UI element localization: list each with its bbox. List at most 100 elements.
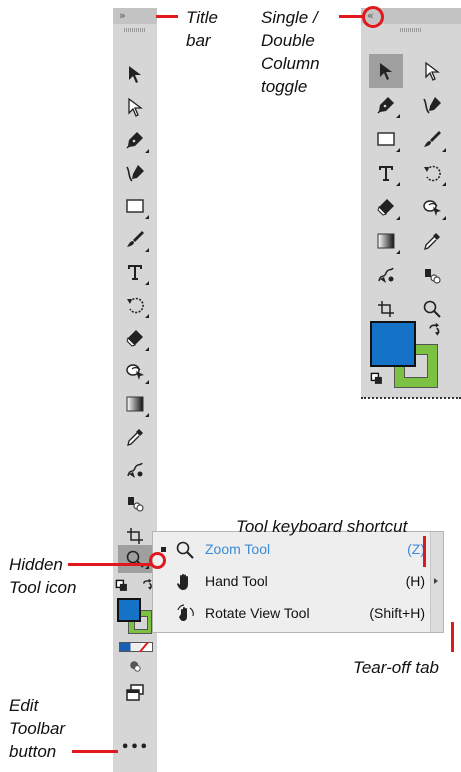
flyout-item-zoom-tool[interactable]: Zoom Tool (Z) xyxy=(153,534,431,566)
pen-icon xyxy=(376,95,396,115)
callout-column-toggle: Single / Double Column toggle xyxy=(261,8,320,96)
selection-arrow-icon xyxy=(376,61,396,81)
hidden-tools-indicator xyxy=(442,148,446,152)
fill-swatch[interactable] xyxy=(117,598,141,622)
panel-cutoff-edge xyxy=(361,397,461,399)
fill-swatch[interactable] xyxy=(370,321,416,367)
flyout-item-label: Zoom Tool xyxy=(205,541,271,557)
pen-tool[interactable] xyxy=(369,88,403,122)
flyout-item-hand-tool[interactable]: Hand Tool (H) xyxy=(153,566,431,598)
shape-builder-tool[interactable] xyxy=(118,354,152,388)
screen-mode-button[interactable] xyxy=(124,683,146,703)
blend-icon xyxy=(125,460,145,480)
zoom-tool[interactable] xyxy=(118,545,152,573)
column-toggle-leader xyxy=(339,15,364,18)
eyedropper-tool[interactable] xyxy=(415,224,449,258)
swap-fill-stroke-button[interactable] xyxy=(427,322,443,338)
symbol-sprayer-tool[interactable] xyxy=(118,486,152,520)
curvature-tool[interactable] xyxy=(415,88,449,122)
keyboard-shortcut-leader xyxy=(423,536,426,567)
callout-hidden-tool: Hidden Tool icon xyxy=(9,555,77,597)
zoom-icon xyxy=(175,540,195,560)
draw-mode-button[interactable] xyxy=(127,658,143,674)
hidden-tools-indicator xyxy=(396,148,400,152)
eyedropper-icon xyxy=(125,427,145,447)
tear-off-arrow-icon xyxy=(434,578,438,584)
eraser-tool[interactable] xyxy=(118,321,152,355)
shape-builder-tool[interactable] xyxy=(415,190,449,224)
screen-mode-icon xyxy=(124,683,146,703)
toolbar-grip[interactable] xyxy=(124,28,146,32)
symbol-sprayer-tool[interactable] xyxy=(415,258,449,292)
default-fill-stroke-button[interactable] xyxy=(370,372,384,386)
rectangle-tool[interactable] xyxy=(369,122,403,156)
type-tool[interactable] xyxy=(369,156,403,190)
hand-icon xyxy=(175,572,195,592)
hidden-tools-indicator xyxy=(396,250,400,254)
expand-columns-icon[interactable]: ›› xyxy=(119,9,126,22)
curvature-tool[interactable] xyxy=(118,156,152,190)
type-icon xyxy=(125,262,145,282)
paintbrush-tool[interactable] xyxy=(118,222,152,256)
shape-builder-icon xyxy=(422,197,442,217)
type-tool[interactable] xyxy=(118,255,152,289)
blend-tool[interactable] xyxy=(118,453,152,487)
tear-off-tab[interactable] xyxy=(430,532,443,632)
artboard-icon xyxy=(376,299,396,319)
edit-toolbar-leader xyxy=(72,750,118,753)
rotate-icon xyxy=(422,163,442,183)
gradient-tool[interactable] xyxy=(369,224,403,258)
toolbar-single-column: ›› ••• xyxy=(113,8,157,772)
symbol-sprayer-icon xyxy=(125,493,145,513)
eraser-tool[interactable] xyxy=(369,190,403,224)
rectangle-icon xyxy=(376,129,396,149)
eraser-icon xyxy=(376,197,396,217)
selection-tool[interactable] xyxy=(118,57,152,91)
blend-tool[interactable] xyxy=(369,258,403,292)
hidden-tools-indicator xyxy=(396,216,400,220)
draw-mode-icon xyxy=(127,658,143,674)
hidden-tools-indicator xyxy=(442,216,446,220)
title-bar-leader xyxy=(156,15,178,18)
zoom-tool[interactable] xyxy=(415,292,449,326)
curvature-icon xyxy=(125,163,145,183)
hidden-tools-indicator xyxy=(396,114,400,118)
flyout-item-rotate-view-tool[interactable]: Rotate View Tool (Shift+H) xyxy=(153,598,431,630)
direct-selection-tool[interactable] xyxy=(118,90,152,124)
direct-selection-tool[interactable] xyxy=(415,54,449,88)
hidden-tools-indicator xyxy=(145,413,149,417)
default-fill-stroke-button[interactable] xyxy=(115,579,129,593)
type-icon xyxy=(376,163,396,183)
callout-title-bar: Title bar xyxy=(186,8,218,50)
toolbar-grip[interactable] xyxy=(400,28,422,32)
curvature-icon xyxy=(422,95,442,115)
edit-toolbar-button[interactable]: ••• xyxy=(121,740,149,756)
default-colors-icon xyxy=(370,372,384,386)
rotate-tool[interactable] xyxy=(118,288,152,322)
hidden-tools-indicator xyxy=(442,182,446,186)
paintbrush-tool[interactable] xyxy=(415,122,449,156)
selection-arrow-icon xyxy=(125,64,145,84)
rectangle-tool[interactable] xyxy=(118,189,152,223)
direct-selection-icon xyxy=(125,97,145,117)
blend-icon xyxy=(376,265,396,285)
tool-keyboard-shortcut: (H) xyxy=(405,573,425,589)
paintbrush-icon xyxy=(422,129,442,149)
eyedropper-tool[interactable] xyxy=(118,420,152,454)
swap-arrows-icon xyxy=(427,322,443,338)
hidden-tools-indicator xyxy=(396,182,400,186)
toolbar-title-bar[interactable]: ›› xyxy=(113,8,157,24)
selection-tool[interactable] xyxy=(369,54,403,88)
eraser-icon xyxy=(125,328,145,348)
color-mode-buttons[interactable] xyxy=(119,641,153,653)
hidden-tools-indicator xyxy=(145,215,149,219)
hidden-tools-indicator xyxy=(145,380,149,384)
gradient-icon xyxy=(376,231,396,251)
pen-tool[interactable] xyxy=(118,123,152,157)
gradient-tool[interactable] xyxy=(118,387,152,421)
hidden-tool-highlight xyxy=(149,552,166,569)
hidden-tool-leader xyxy=(68,563,152,566)
rotate-tool[interactable] xyxy=(415,156,449,190)
flyout-item-label: Rotate View Tool xyxy=(205,605,310,621)
none-slash-icon xyxy=(139,641,149,653)
